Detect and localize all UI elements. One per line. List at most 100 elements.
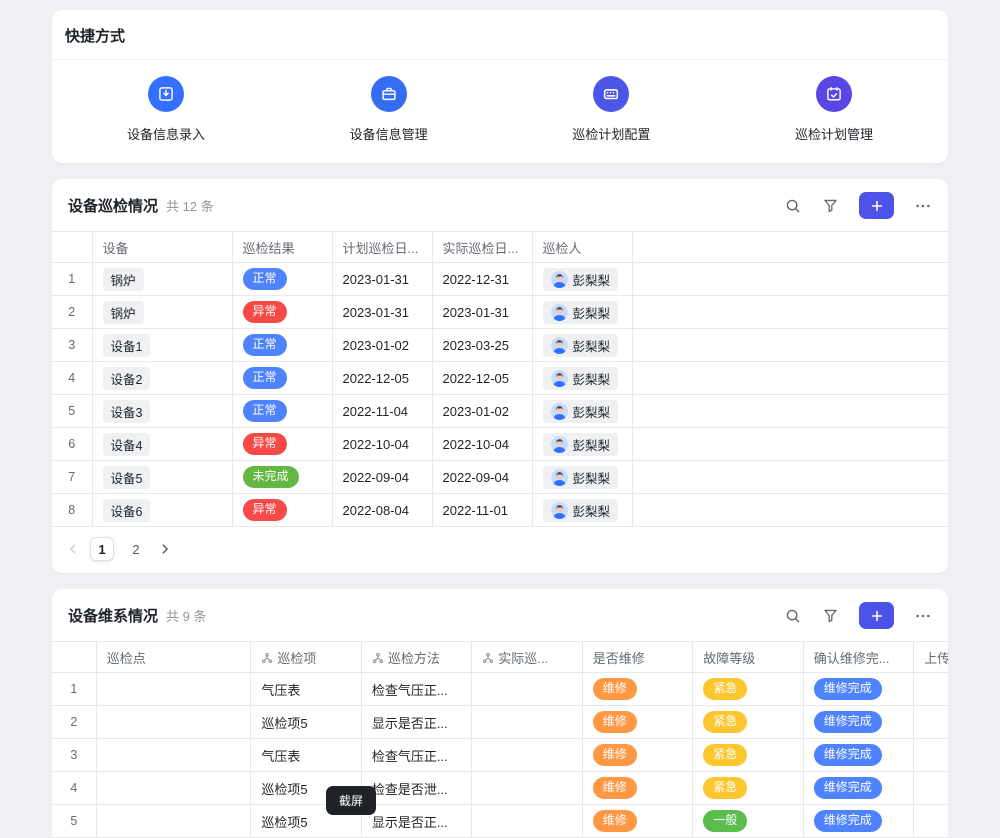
cell-upload[interactable]	[914, 706, 948, 739]
cell-point[interactable]	[96, 805, 251, 838]
cell-actual[interactable]: 2022-09-04	[432, 461, 532, 494]
cell-result[interactable]: 正常	[232, 395, 332, 428]
record-chip[interactable]: 设备3	[103, 400, 151, 423]
shortcut-plan-manage[interactable]: 巡检计划管理	[795, 76, 873, 143]
cell-actual[interactable]: 2023-01-02	[432, 395, 532, 428]
cell-actual[interactable]: 2023-03-25	[432, 329, 532, 362]
cell-planned[interactable]: 2023-01-31	[332, 263, 432, 296]
cell-device[interactable]: 锅炉	[92, 296, 232, 329]
record-chip[interactable]: 设备4	[103, 433, 151, 456]
status-badge[interactable]: 维修	[593, 711, 637, 733]
status-badge[interactable]: 正常	[243, 268, 287, 290]
record-chip[interactable]: 设备1	[103, 334, 151, 357]
column-header-method[interactable]: 巡检方法	[361, 642, 471, 673]
cell-num[interactable]: 1	[52, 673, 96, 706]
column-header-actual[interactable]: 实际巡检日...	[432, 232, 532, 263]
column-header-result[interactable]: 巡检结果	[232, 232, 332, 263]
column-header-inspector[interactable]: 巡检人	[532, 232, 632, 263]
column-header-confirm[interactable]: 确认维修完...	[803, 642, 913, 673]
more-icon[interactable]	[914, 607, 932, 625]
cell-inspector[interactable]: 彭梨梨	[532, 362, 632, 395]
cell-inspector[interactable]: 彭梨梨	[532, 494, 632, 527]
status-badge[interactable]: 紧急	[703, 777, 747, 799]
cell-repair[interactable]: 维修	[582, 805, 692, 838]
filter-icon[interactable]	[822, 607, 839, 624]
column-header-item[interactable]: 巡检项	[251, 642, 361, 673]
person-chip[interactable]: 彭梨梨	[543, 499, 619, 522]
status-badge[interactable]: 异常	[243, 433, 287, 455]
cell-num[interactable]: 5	[52, 395, 92, 428]
person-chip[interactable]: 彭梨梨	[543, 400, 619, 423]
status-badge[interactable]: 紧急	[703, 744, 747, 766]
shortcut-device-entry[interactable]: 设备信息录入	[127, 76, 205, 143]
cell-num[interactable]: 3	[52, 739, 96, 772]
cell-repair[interactable]: 维修	[582, 673, 692, 706]
cell-device[interactable]: 锅炉	[92, 263, 232, 296]
cell-planned[interactable]: 2022-08-04	[332, 494, 432, 527]
cell-item[interactable]: 气压表	[251, 739, 361, 772]
person-chip[interactable]: 彭梨梨	[543, 334, 619, 357]
cell-result[interactable]: 异常	[232, 494, 332, 527]
cell-item[interactable]: 气压表	[251, 673, 361, 706]
cell-num[interactable]: 7	[52, 461, 92, 494]
cell-method[interactable]: 检查气压正...	[361, 673, 471, 706]
cell-inspector[interactable]: 彭梨梨	[532, 263, 632, 296]
cell-point[interactable]	[96, 739, 251, 772]
status-badge[interactable]: 维修	[593, 777, 637, 799]
cell-level[interactable]: 紧急	[693, 673, 803, 706]
cell-repair[interactable]: 维修	[582, 739, 692, 772]
status-badge[interactable]: 维修完成	[814, 810, 882, 832]
column-header-point[interactable]: 巡检点	[96, 642, 251, 673]
status-badge[interactable]: 未完成	[243, 466, 299, 488]
column-header-level[interactable]: 故障等级	[693, 642, 803, 673]
status-badge[interactable]: 维修完成	[814, 678, 882, 700]
record-chip[interactable]: 设备5	[103, 466, 151, 489]
status-badge[interactable]: 维修完成	[814, 711, 882, 733]
cell-device[interactable]: 设备2	[92, 362, 232, 395]
record-chip[interactable]: 设备6	[103, 499, 151, 522]
cell-device[interactable]: 设备3	[92, 395, 232, 428]
shortcut-device-manage[interactable]: 设备信息管理	[350, 76, 428, 143]
column-header-planned[interactable]: 计划巡检日...	[332, 232, 432, 263]
cell-planned[interactable]: 2022-12-05	[332, 362, 432, 395]
cell-device[interactable]: 设备5	[92, 461, 232, 494]
status-badge[interactable]: 异常	[243, 499, 287, 521]
cell-actual[interactable]: 2022-12-05	[432, 362, 532, 395]
next-page-button[interactable]	[158, 542, 172, 556]
cell-level[interactable]: 一般	[693, 805, 803, 838]
cell-method[interactable]: 显示是否正...	[361, 706, 471, 739]
record-chip[interactable]: 锅炉	[103, 268, 144, 291]
cell-num[interactable]: 2	[52, 706, 96, 739]
cell-num[interactable]: 3	[52, 329, 92, 362]
cell-actual[interactable]: 2023-01-31	[432, 296, 532, 329]
cell-num[interactable]: 2	[52, 296, 92, 329]
person-chip[interactable]: 彭梨梨	[543, 433, 619, 456]
cell-result[interactable]: 正常	[232, 362, 332, 395]
cell-actual[interactable]	[472, 673, 582, 706]
cell-planned[interactable]: 2022-11-04	[332, 395, 432, 428]
cell-inspector[interactable]: 彭梨梨	[532, 329, 632, 362]
cell-point[interactable]	[96, 706, 251, 739]
column-header-upload[interactable]: 上传维修结...	[914, 642, 948, 673]
cell-num[interactable]: 8	[52, 494, 92, 527]
cell-device[interactable]: 设备4	[92, 428, 232, 461]
cell-method[interactable]: 检查气压正...	[361, 739, 471, 772]
column-header-repair[interactable]: 是否维修	[582, 642, 692, 673]
status-badge[interactable]: 维修完成	[814, 777, 882, 799]
search-icon[interactable]	[784, 607, 802, 625]
person-chip[interactable]: 彭梨梨	[543, 268, 619, 291]
cell-item[interactable]: 巡检项5	[251, 706, 361, 739]
status-badge[interactable]: 紧急	[703, 678, 747, 700]
status-badge[interactable]: 维修完成	[814, 744, 882, 766]
cell-inspector[interactable]: 彭梨梨	[532, 428, 632, 461]
cell-num[interactable]: 5	[52, 805, 96, 838]
status-badge[interactable]: 正常	[243, 334, 287, 356]
column-header-actual[interactable]: 实际巡...	[472, 642, 582, 673]
cell-upload[interactable]	[914, 739, 948, 772]
cell-confirm[interactable]: 维修完成	[803, 706, 913, 739]
status-badge[interactable]: 正常	[243, 367, 287, 389]
cell-upload[interactable]	[914, 673, 948, 706]
cell-num[interactable]: 6	[52, 428, 92, 461]
cell-planned[interactable]: 2023-01-02	[332, 329, 432, 362]
cell-num[interactable]: 1	[52, 263, 92, 296]
